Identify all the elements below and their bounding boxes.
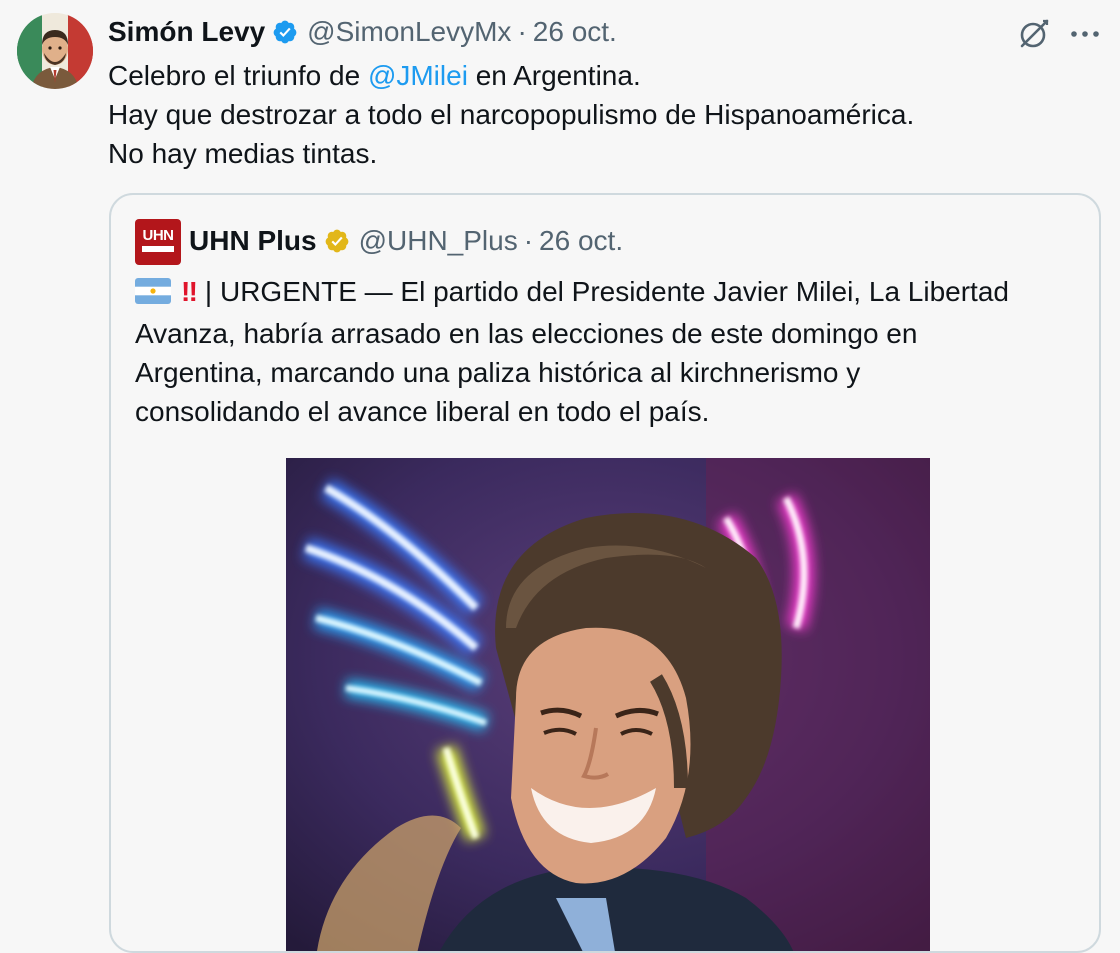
quoted-tweet-date[interactable]: 26 oct. [539,225,623,257]
quoted-line-1: ‼ | URGENTE — El partido del Presidente J… [135,272,1075,314]
more-options-icon[interactable] [1065,14,1105,54]
tweet-line-1: Celebro el triunfo de @JMilei en Argenti… [108,56,1098,95]
tweet-line-3: No hay medias tintas. [108,138,378,169]
quoted-tweet[interactable]: UHN UHN Plus @UHN_Plus · 26 oct. ‼ | URGE… [109,193,1101,953]
double-exclamation-icon: ‼ [181,276,198,307]
tweet-text-segment: Celebro el triunfo de [108,60,368,91]
quoted-author-handle[interactable]: @UHN_Plus [359,225,518,257]
tweet-header: Simón Levy @SimonLevyMx · 26 oct. [108,14,617,50]
grok-icon[interactable] [1014,14,1054,54]
quoted-tweet-header: UHN Plus @UHN_Plus · 26 oct. [189,223,623,259]
gold-verified-badge-icon [324,228,350,254]
tweet: Simón Levy @SimonLevyMx · 26 oct. Celebr… [0,0,1120,953]
verified-badge-icon [272,19,298,45]
quoted-author-name[interactable]: UHN Plus [189,225,317,257]
author-name[interactable]: Simón Levy [108,16,265,48]
quoted-tweet-text: ‼ | URGENTE — El partido del Presidente J… [135,272,1075,431]
quoted-line-2: Avanza, habría arrasado en las eleccione… [135,318,918,349]
author-avatar[interactable] [17,13,93,89]
tweet-line-2: Hay que destrozar a todo el narcopopulis… [108,99,915,130]
separator-dot: · [517,16,527,47]
argentina-flag-icon [135,275,171,314]
logo-bar [142,246,174,252]
tweet-text: Celebro el triunfo de @JMilei en Argenti… [108,56,1098,173]
quoted-line-3: Argentina, marcando una paliza histórica… [135,357,861,388]
separator-dot: · [523,225,534,256]
quoted-author-avatar[interactable]: UHN [135,219,181,265]
quoted-line-4: consolidando el avance liberal en todo e… [135,396,710,427]
quoted-avatar-logo: UHN [142,227,175,244]
quoted-tweet-image[interactable] [286,458,930,951]
quoted-text-segment: | URGENTE — El partido del Presidente Ja… [204,276,1009,307]
tweet-text-segment: en Argentina. [467,60,641,91]
tweet-date[interactable]: 26 oct. [533,16,617,48]
mention-link[interactable]: @JMilei [368,60,468,91]
author-handle[interactable]: @SimonLevyMx [307,16,511,48]
